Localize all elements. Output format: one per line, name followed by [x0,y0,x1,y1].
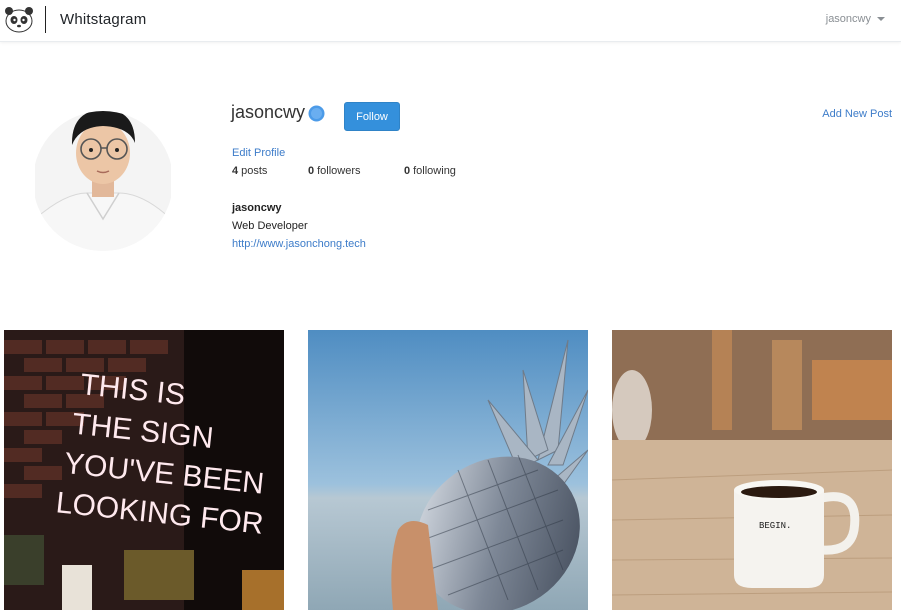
profile-username: jasoncwy [231,102,306,122]
coffee-mug-image: BEGIN. [612,330,892,610]
following-label: following [413,165,456,177]
bio-description: Web Developer [232,220,308,232]
verified-badge-icon [308,105,325,122]
neon-sign-image: THIS IS THE SIGN YOU'VE BEEN LOOKING FOR [4,330,284,610]
top-navbar: Whitstagram jasoncwy [0,0,901,42]
bio-name: jasoncwy [232,202,282,214]
following-count: 0 [404,165,411,177]
followers-stat[interactable]: 0 followers [308,165,361,177]
user-dropdown-label: jasoncwy [825,13,871,25]
followers-label: followers [317,165,361,177]
pineapple-image [308,330,588,610]
profile-avatar [35,111,171,251]
following-stat[interactable]: 0 following [404,165,456,177]
add-new-post-link[interactable]: Add New Post [822,108,892,120]
user-dropdown[interactable]: jasoncwy [826,13,885,25]
posts-stat: 4 posts [232,165,267,177]
brand-name[interactable]: Whitstagram [60,11,146,28]
posts-label: posts [241,165,268,177]
post-thumbnail-pineapple[interactable] [308,330,588,610]
edit-profile-link[interactable]: Edit Profile [232,147,285,159]
bio-website-link[interactable]: http://www.jasonchong.tech [232,238,366,250]
follow-button[interactable]: Follow [344,102,400,131]
caret-down-icon [877,17,885,21]
nav-divider [45,6,46,33]
post-thumbnail-neon-sign[interactable]: THIS IS THE SIGN YOU'VE BEEN LOOKING FOR [4,330,284,610]
posts-count: 4 [232,165,239,177]
mug-text: BEGIN. [759,521,791,531]
followers-count: 0 [308,165,315,177]
panda-logo-icon[interactable] [3,4,35,34]
post-thumbnail-coffee-mug[interactable]: BEGIN. [612,330,892,610]
